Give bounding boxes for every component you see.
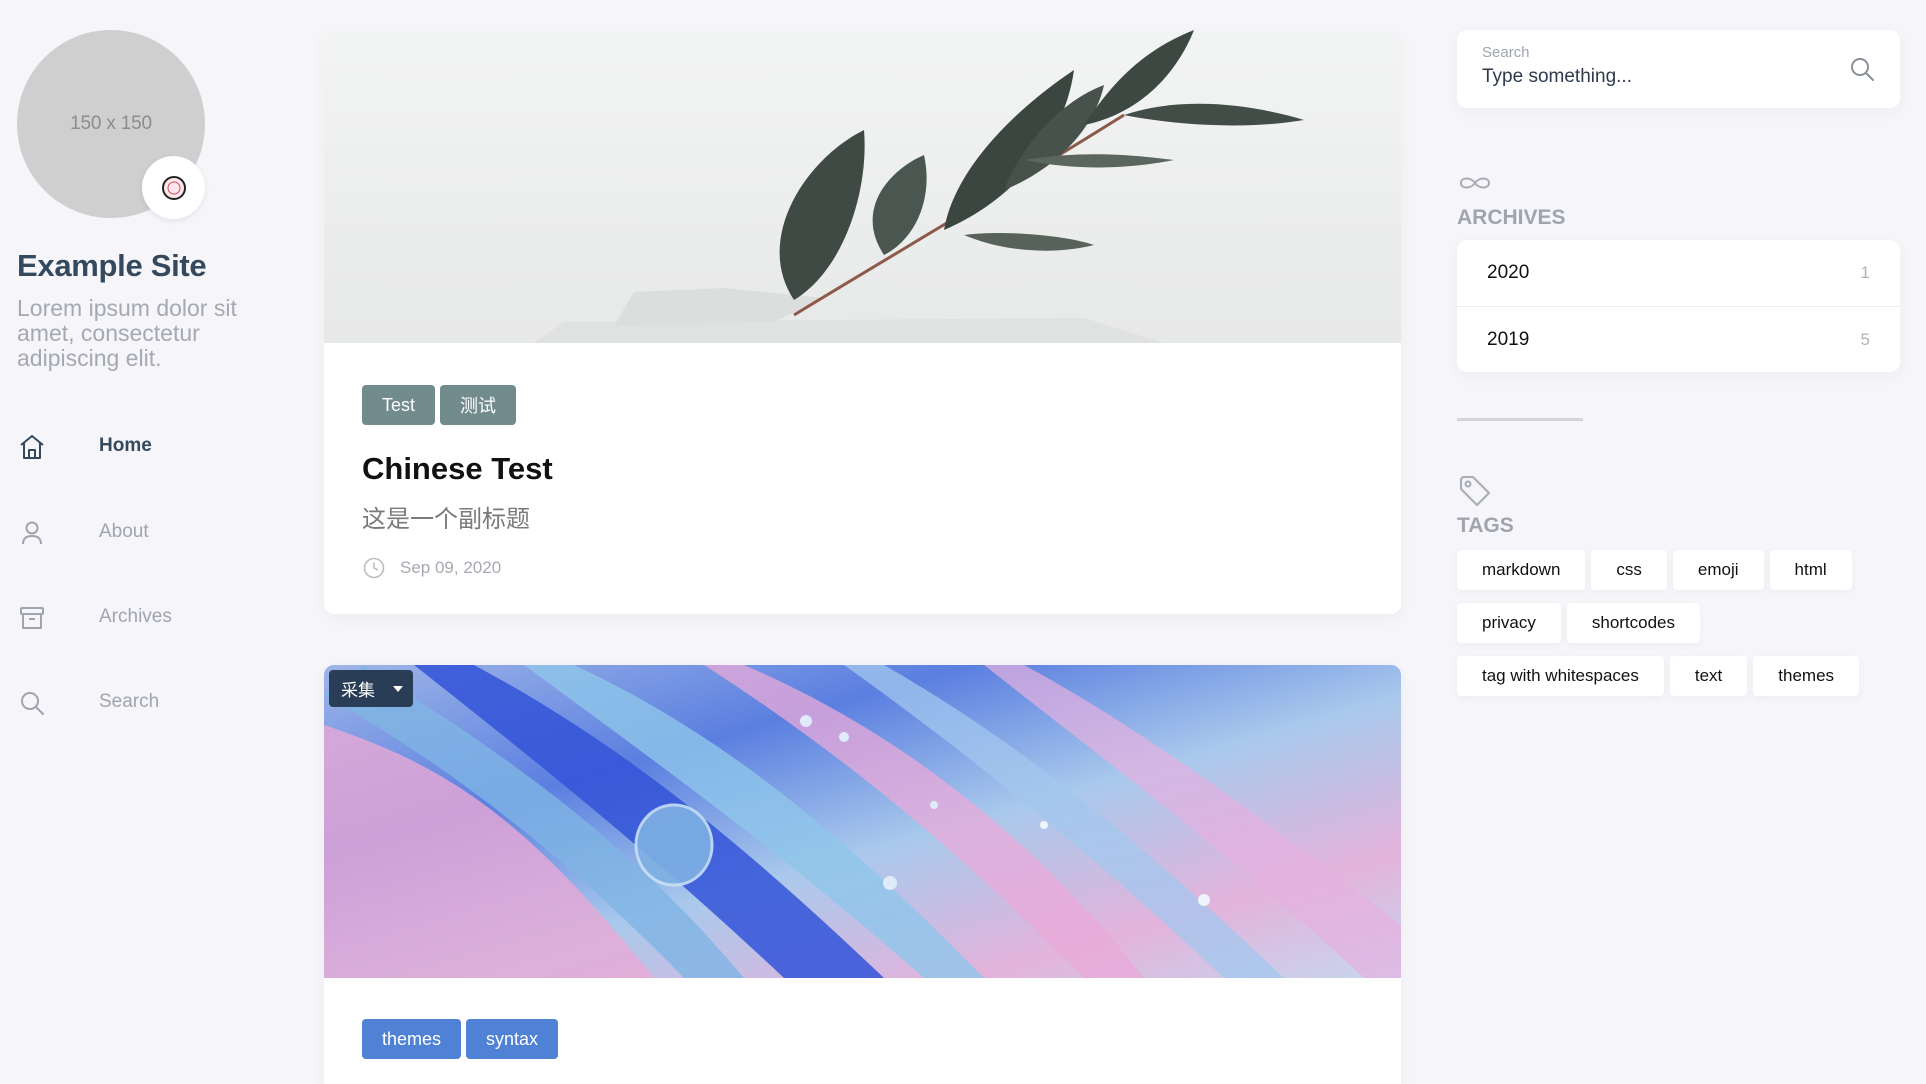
post-date: Sep 09, 2020: [400, 558, 502, 577]
category-label: 采集: [341, 681, 375, 700]
nav-item-search[interactable]: Search: [17, 681, 257, 721]
nav-item-about[interactable]: About: [17, 511, 257, 551]
post-tags: Test 测试: [362, 385, 1363, 425]
avatar-emoji-icon: [142, 156, 205, 219]
nav-item-home[interactable]: Home: [17, 425, 257, 465]
nav-item-archives[interactable]: Archives: [17, 596, 257, 636]
archives-widget: ARCHIVES 2020 1 2019 5: [1457, 165, 1900, 372]
search-label: Search: [1482, 44, 1530, 61]
right-sidebar: Search ARCHIVES 2020 1 2019 5 TAGS: [1457, 30, 1900, 696]
post-card[interactable]: Test 测试 Chinese Test 这是一个副标题 Sep 09, 202…: [324, 30, 1401, 614]
search-input[interactable]: [1482, 66, 1822, 88]
post-subtitle: 这是一个副标题: [362, 506, 530, 533]
archive-year: 2019: [1487, 328, 1530, 350]
tag-icon: [1460, 476, 1490, 506]
clock-icon: [363, 557, 385, 579]
tag-link[interactable]: privacy: [1457, 603, 1561, 643]
post-cover-image[interactable]: [324, 30, 1401, 343]
left-sidebar: 150 x 150 Example Site Lorem ipsum dolor…: [17, 30, 277, 715]
infinity-icon: [1459, 177, 1491, 189]
tag-link[interactable]: markdown: [1457, 550, 1586, 590]
search-icon: [21, 692, 44, 715]
tags-heading: TAGS: [1457, 514, 1514, 537]
post-tag[interactable]: themes: [362, 1019, 462, 1059]
tag-link[interactable]: emoji: [1672, 550, 1764, 590]
nav-label-home: Home: [99, 435, 152, 456]
nav-label-archives: Archives: [99, 606, 172, 627]
archive-count: 1: [1860, 263, 1870, 282]
archive-list: 2020 1 2019 5: [1457, 240, 1900, 372]
home-icon: [20, 435, 44, 459]
post-tag[interactable]: syntax: [466, 1019, 559, 1059]
tag-link[interactable]: tag with whitespaces: [1457, 656, 1664, 696]
chevron-down-icon: [393, 685, 403, 692]
archive-item[interactable]: 2019 5: [1457, 306, 1900, 372]
post-body: Test 测试 Chinese Test 这是一个副标题 Sep 09, 202…: [324, 343, 1401, 580]
tag-cloud: markdown css emoji html privacy shortcod…: [1457, 550, 1900, 696]
post-tag[interactable]: Test: [362, 385, 436, 425]
post-title[interactable]: Chinese Test: [362, 451, 1363, 487]
search-icon[interactable]: [1848, 55, 1876, 83]
avatar-container: 150 x 150: [17, 30, 205, 219]
search-widget: Search: [1457, 30, 1900, 108]
tag-link[interactable]: html: [1769, 550, 1852, 590]
tag-link[interactable]: shortcodes: [1566, 603, 1701, 643]
archives-heading: ARCHIVES: [1457, 206, 1566, 229]
post-body: themes syntax: [324, 978, 1401, 1059]
post-tag[interactable]: 测试: [440, 385, 517, 425]
post-cover-image[interactable]: 采集: [324, 665, 1401, 978]
post-tags: themes syntax: [362, 1019, 1363, 1059]
tag-link[interactable]: themes: [1753, 656, 1860, 696]
post-meta: Sep 09, 2020: [362, 556, 1363, 580]
tag-link[interactable]: css: [1591, 550, 1667, 590]
site-description: Lorem ipsum dolor sit amet, consectetur …: [17, 295, 237, 371]
archive-count: 5: [1860, 329, 1870, 349]
archive-year: 2020: [1487, 262, 1530, 283]
tag-link[interactable]: text: [1669, 656, 1748, 696]
site-title[interactable]: Example Site: [17, 248, 277, 284]
widget-divider: [1457, 418, 1583, 421]
archive-item[interactable]: 2020 1: [1457, 240, 1900, 306]
nav-label-search: Search: [99, 691, 160, 712]
category-badge[interactable]: 采集: [329, 670, 413, 707]
archive-icon: [20, 607, 44, 629]
post-card[interactable]: 采集 themes syntax: [324, 665, 1401, 1084]
nav-label-about: About: [99, 521, 149, 542]
user-icon: [22, 521, 42, 545]
tags-widget: TAGS markdown css emoji html privacy sho…: [1457, 473, 1900, 696]
